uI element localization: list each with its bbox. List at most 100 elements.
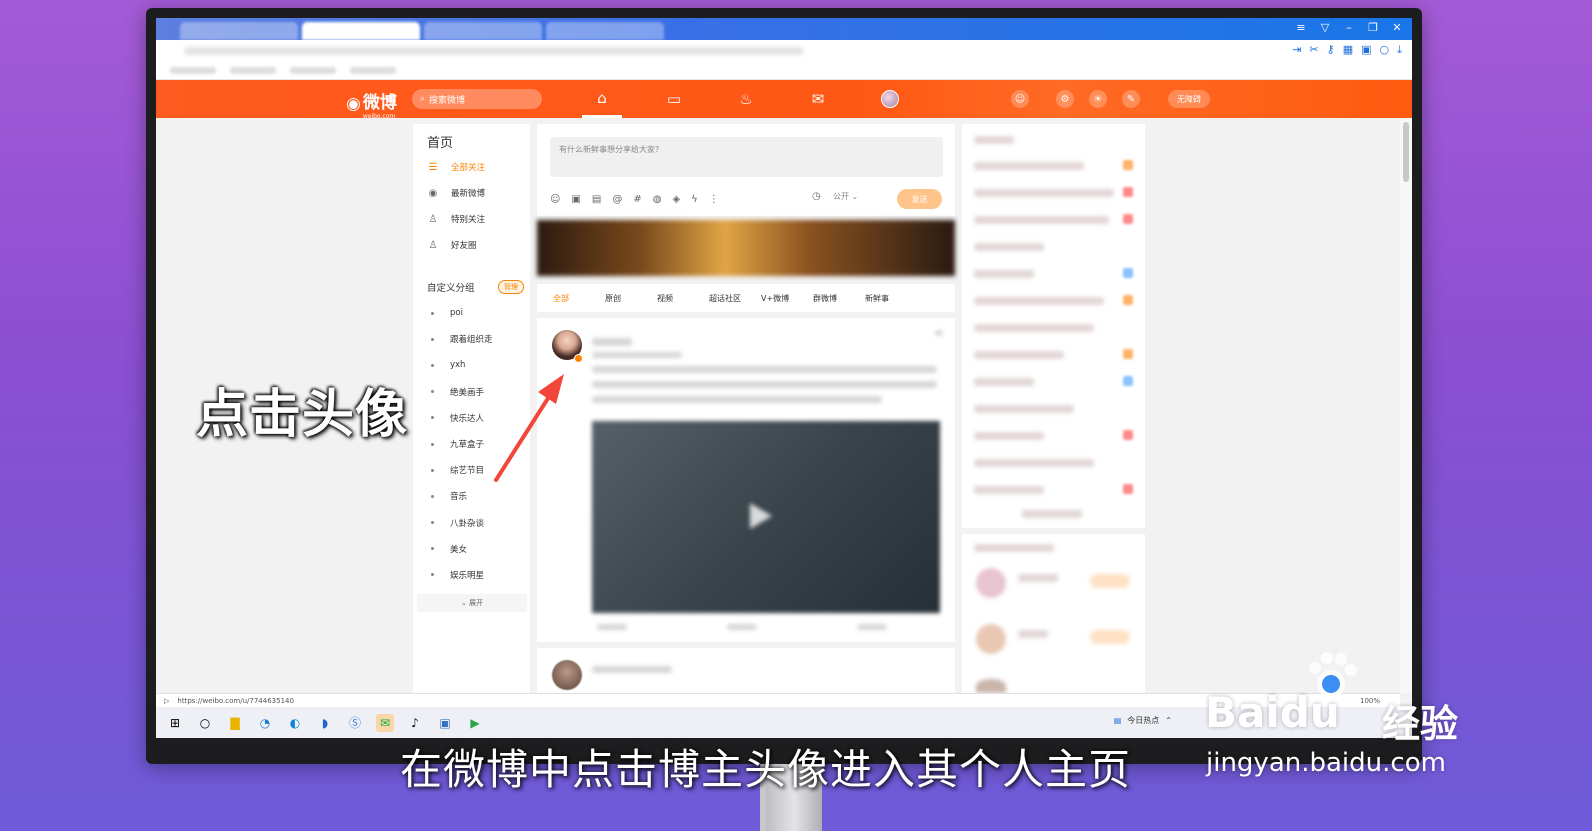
- menu-icon[interactable]: ≡: [1294, 21, 1308, 34]
- view-more-link[interactable]: [1022, 510, 1082, 518]
- composer-input[interactable]: 有什么新鲜事想分享给大家?: [550, 137, 943, 177]
- browser-tab[interactable]: [546, 22, 664, 40]
- hot-search-item[interactable]: [974, 405, 1074, 413]
- hashtag-icon[interactable]: #: [633, 194, 641, 205]
- address-bar[interactable]: ⇥ ✂ ⚷ ▦ ▣ ○ ⤓: [156, 40, 1412, 62]
- post-video[interactable]: [592, 421, 940, 613]
- accessibility-button[interactable]: 无障碍: [1168, 90, 1210, 108]
- compose-icon[interactable]: ✎: [1122, 90, 1140, 108]
- expand-button[interactable]: ⌄ 展开: [417, 594, 527, 613]
- status-toggle-icon[interactable]: ▷: [164, 697, 169, 705]
- zoom-level[interactable]: 100%: [1360, 697, 1380, 705]
- game-icon[interactable]: ☺: [1011, 90, 1029, 108]
- tab-group[interactable]: 群微博: [813, 293, 865, 304]
- theme-icon[interactable]: ☀: [1089, 90, 1107, 108]
- tiktok-icon[interactable]: ♪: [406, 714, 424, 732]
- hot-search-item[interactable]: [974, 459, 1094, 467]
- tray-chevron-icon[interactable]: ⌃: [1165, 716, 1172, 725]
- bookmark-item[interactable]: [170, 67, 216, 74]
- grid-icon[interactable]: ▦: [1343, 43, 1353, 57]
- profile-avatar[interactable]: [870, 80, 910, 118]
- user-name[interactable]: [1018, 574, 1058, 582]
- lightning-icon[interactable]: ϟ: [691, 194, 698, 205]
- video-icon[interactable]: ▤: [592, 194, 601, 205]
- hot-search-item[interactable]: [974, 216, 1109, 224]
- search-icon[interactable]: ○: [196, 714, 214, 732]
- sidebar-item-latest[interactable]: ◉ 最新微博: [413, 180, 530, 206]
- close-icon[interactable]: ✕: [1390, 21, 1404, 34]
- group-item[interactable]: poi: [413, 300, 530, 326]
- search-input[interactable]: ⌕ 搜索微博: [412, 89, 542, 109]
- sidebar-item-all-follow[interactable]: ☰ 全部关注: [413, 154, 530, 180]
- group-item[interactable]: 八卦杂谈: [413, 510, 530, 536]
- hot-search-item[interactable]: [974, 324, 1094, 332]
- download-icon[interactable]: ⤓: [1397, 43, 1402, 57]
- visibility-select[interactable]: 公开 ⌄: [833, 191, 858, 202]
- weibo-logo[interactable]: ◉ 微博 weibo.com: [346, 88, 397, 120]
- sidebar-item-friends[interactable]: ♙ 好友圈: [413, 232, 530, 258]
- user-name[interactable]: [1018, 630, 1048, 638]
- avatar[interactable]: [976, 624, 1006, 654]
- hot-search-item[interactable]: [974, 432, 1044, 440]
- manage-button[interactable]: 管理: [498, 280, 524, 294]
- wechat-icon[interactable]: ✉: [376, 713, 394, 732]
- hot-icon[interactable]: ♨: [726, 80, 766, 118]
- home-icon[interactable]: ⌂: [582, 80, 622, 118]
- key-icon[interactable]: ⚷: [1327, 43, 1335, 57]
- group-item[interactable]: 美女: [413, 536, 530, 562]
- message-icon[interactable]: ✉: [798, 80, 838, 118]
- vote-icon[interactable]: ◈: [672, 194, 680, 205]
- follow-button[interactable]: [1090, 630, 1130, 644]
- chevron-down-icon[interactable]: [935, 330, 943, 336]
- taskbar-news[interactable]: ▤ 今日热点 ⌃: [1114, 715, 1172, 726]
- page-scrollbar[interactable]: [1400, 118, 1412, 693]
- file-explorer-icon[interactable]: ▇: [226, 714, 244, 732]
- comment-button[interactable]: [727, 624, 757, 630]
- location-icon[interactable]: ◍: [653, 194, 662, 205]
- scissors-icon[interactable]: ✂: [1309, 43, 1318, 57]
- player-icon[interactable]: ▶: [466, 714, 484, 732]
- like-button[interactable]: [857, 624, 887, 630]
- tab-super-topic[interactable]: 超话社区: [709, 293, 761, 304]
- tab-all[interactable]: 全部: [553, 293, 605, 304]
- bookmark-item[interactable]: [350, 67, 396, 74]
- coin-icon[interactable]: ○: [1380, 43, 1390, 57]
- scroll-thumb[interactable]: [1403, 122, 1409, 182]
- edge-icon[interactable]: ◐: [286, 714, 304, 732]
- bookmark-item[interactable]: [290, 67, 336, 74]
- tab-fresh[interactable]: 新鲜事: [865, 293, 917, 304]
- hot-search-item[interactable]: [974, 189, 1114, 197]
- login-icon[interactable]: ⇥: [1292, 43, 1301, 57]
- schedule-icon[interactable]: ◷: [812, 191, 821, 202]
- hot-search-item[interactable]: [974, 270, 1034, 278]
- browser-icon[interactable]: ◗: [316, 714, 334, 732]
- tab-v-plus[interactable]: V+微博: [761, 293, 813, 304]
- restore-icon[interactable]: ❐: [1366, 21, 1380, 34]
- hot-search-item[interactable]: [974, 297, 1104, 305]
- browser-tab[interactable]: [424, 22, 542, 40]
- promo-banner[interactable]: [537, 220, 955, 276]
- group-item[interactable]: 音乐: [413, 483, 530, 509]
- hot-search-item[interactable]: [974, 378, 1034, 386]
- repost-button[interactable]: [597, 624, 627, 630]
- send-button[interactable]: 发送: [897, 189, 942, 209]
- window-icon[interactable]: ▣: [1361, 43, 1371, 57]
- author-name[interactable]: [592, 666, 672, 673]
- avatar[interactable]: [976, 679, 1006, 693]
- browser-tab[interactable]: [180, 22, 298, 40]
- hot-search-item[interactable]: [974, 486, 1044, 494]
- image-viewer-icon[interactable]: ▣: [436, 714, 454, 732]
- sogou-browser-icon[interactable]: Ⓢ: [346, 714, 364, 732]
- emoji-icon[interactable]: ☺: [550, 194, 560, 205]
- avatar[interactable]: [976, 568, 1006, 598]
- settings-icon[interactable]: ⚙: [1056, 90, 1074, 108]
- bookmark-item[interactable]: [230, 67, 276, 74]
- tab-video[interactable]: 视频: [657, 293, 709, 304]
- author-name[interactable]: [592, 338, 632, 346]
- image-icon[interactable]: ▣: [571, 194, 580, 205]
- hot-search-item[interactable]: [974, 351, 1064, 359]
- sidebar-item-special[interactable]: ♙ 特别关注: [413, 206, 530, 232]
- group-item[interactable]: 跟着组织走: [413, 326, 530, 352]
- blogger-avatar[interactable]: [552, 660, 582, 690]
- group-item[interactable]: 娱乐明星: [413, 562, 530, 588]
